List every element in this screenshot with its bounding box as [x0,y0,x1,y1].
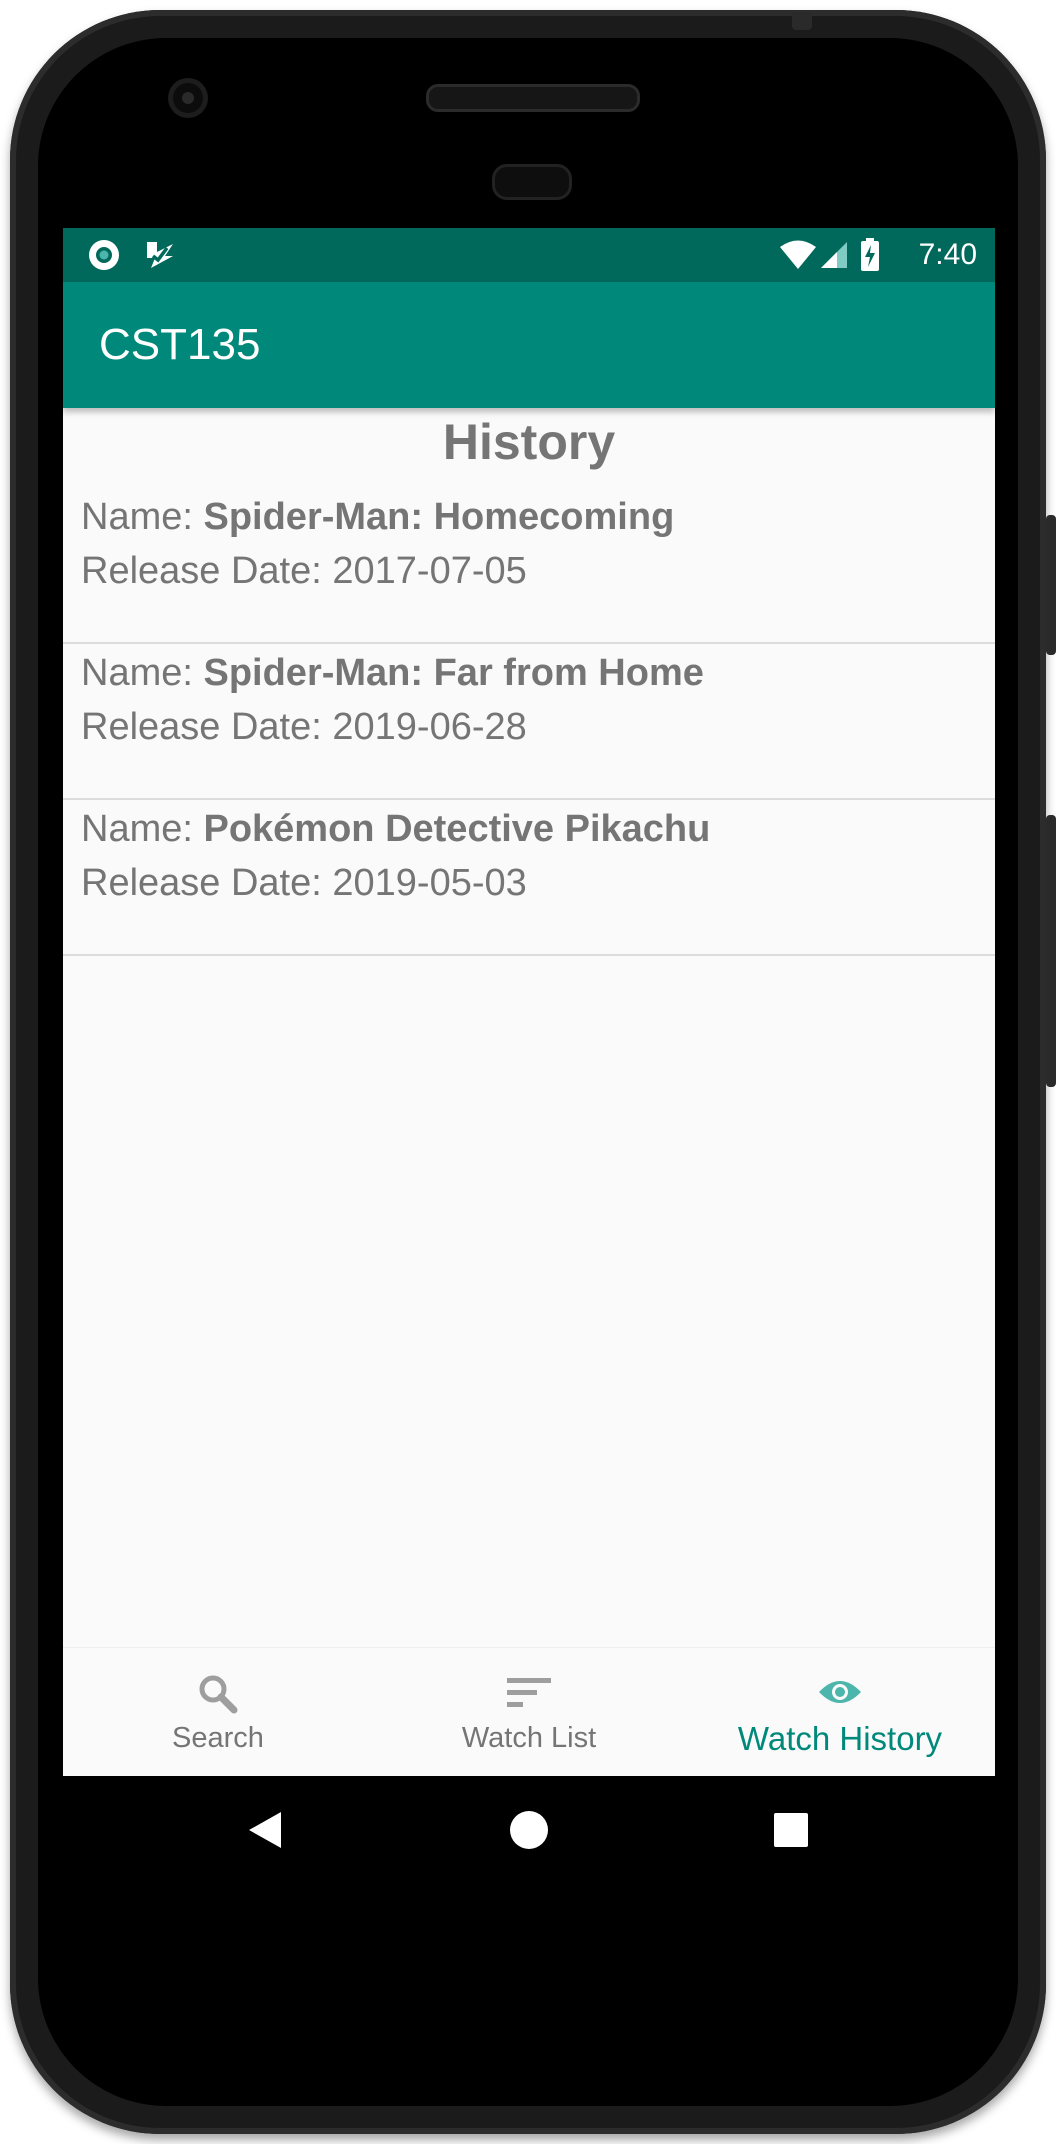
name-prefix: Name: [81,808,204,850]
system-navigation-bar [63,1776,995,1888]
release-date-line: Release Date: 2019-05-03 [81,856,995,910]
release-date: 2017-07-05 [332,550,527,592]
volume-button [1046,815,1056,1087]
back-icon[interactable] [247,1810,283,1850]
date-prefix: Release Date: [81,550,333,592]
page-title: History [442,414,616,470]
date-prefix: Release Date: [81,706,333,748]
screen: 7:40 CST135 History Name: Spider-Man: Ho… [63,228,995,1776]
nav-watch-list-label: Watch List [461,1722,597,1754]
status-bar: 7:40 [63,228,995,282]
power-button [1046,515,1056,655]
release-date-line: Release Date: 2019-06-28 [81,700,995,754]
history-item[interactable]: Name: Spider-Man: Homecoming Release Dat… [63,488,995,644]
movie-name: Spider-Man: Homecoming [203,496,675,538]
movie-name-line: Name: Spider-Man: Far from Home [81,646,995,700]
nav-watch-list[interactable]: Watch List [374,1648,684,1776]
wifi-icon [780,240,816,269]
earpiece-speaker [426,84,640,112]
date-prefix: Release Date: [81,862,333,904]
sort-list-icon [507,1678,551,1707]
search-icon [199,1675,238,1714]
eye-icon [819,1681,861,1703]
nav-search-label: Search [172,1722,264,1754]
play-protect-icon [147,242,173,268]
battery-charging-icon [861,238,879,271]
movie-name: Spider-Man: Far from Home [203,652,704,694]
top-button [792,12,812,30]
release-date: 2019-06-28 [332,706,527,748]
status-clock: 7:40 [918,238,977,271]
name-prefix: Name: [81,652,204,694]
nav-watch-history-label: Watch History [737,1720,943,1757]
cell-signal-icon [821,242,847,268]
history-item[interactable]: Name: Spider-Man: Far from Home Release … [63,644,995,800]
bottom-navigation: Search Watch List Watch History [63,1647,995,1776]
name-prefix: Name: [81,496,204,538]
proximity-sensor [492,164,572,200]
movie-name-line: Name: Pokémon Detective Pikachu [81,802,995,856]
front-camera [168,78,208,118]
recents-icon[interactable] [773,1812,809,1848]
nav-search[interactable]: Search [63,1648,373,1776]
release-date: 2019-05-03 [332,862,527,904]
home-icon[interactable] [509,1810,549,1850]
app-bar: CST135 [63,282,995,408]
history-list[interactable]: Name: Spider-Man: Homecoming Release Dat… [63,488,995,956]
movie-name-line: Name: Spider-Man: Homecoming [81,490,995,544]
history-content: History Name: Spider-Man: Homecoming Rel… [63,408,995,956]
history-item[interactable]: Name: Pokémon Detective Pikachu Release … [63,800,995,956]
nav-watch-history[interactable]: Watch History [685,1648,995,1776]
notification-circle-icon [89,240,119,270]
movie-name: Pokémon Detective Pikachu [203,808,711,850]
release-date-line: Release Date: 2017-07-05 [81,544,995,598]
app-title: CST135 [99,320,261,369]
